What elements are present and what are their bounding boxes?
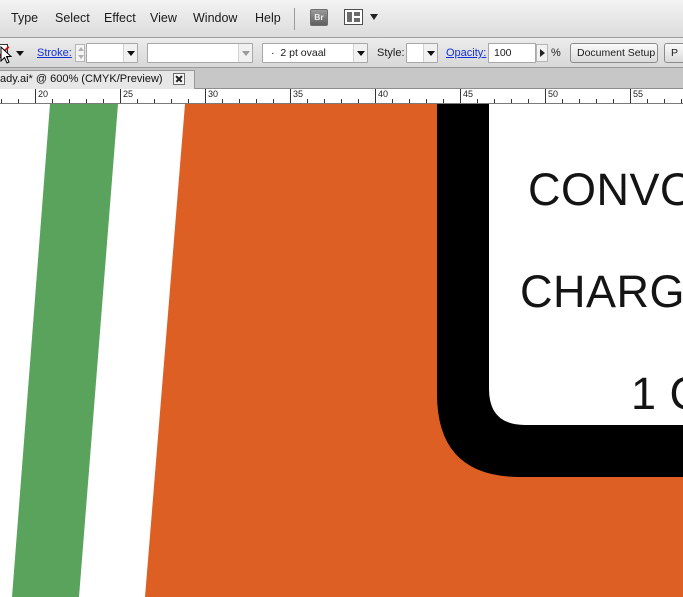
sign-text-line-2: CHARG: [520, 266, 683, 317]
ruler-tick: [579, 99, 580, 103]
close-icon[interactable]: [173, 73, 185, 85]
ruler-tick: [375, 89, 376, 103]
ruler-label: 45: [463, 89, 474, 99]
brush-definition-select[interactable]: · 2 pt ovaal: [262, 43, 368, 63]
menu-divider: [294, 8, 295, 30]
ruler-tick: [392, 99, 393, 103]
ruler-tick: [562, 99, 563, 103]
arrange-documents-button[interactable]: [344, 9, 380, 26]
ruler-tick: [69, 99, 70, 103]
ruler-tick: [477, 99, 478, 103]
menu-effect[interactable]: Effect: [104, 11, 136, 25]
chevron-down-icon: [370, 14, 378, 20]
document-setup-button[interactable]: Document Setup: [570, 43, 658, 63]
brush-definition-value: · 2 pt ovaal: [271, 47, 326, 59]
ruler-tick: [307, 99, 308, 103]
ruler-tick: [409, 99, 410, 103]
menu-bar: Type Select Effect View Window Help Br: [0, 0, 683, 38]
ruler-tick: [188, 99, 189, 103]
ruler-tick: [35, 89, 36, 103]
menu-select[interactable]: Select: [55, 11, 90, 25]
ruler-tick: [426, 99, 427, 103]
ruler-tick: [103, 99, 104, 103]
ruler-tick: [1, 99, 2, 103]
horizontal-ruler[interactable]: 20 25 30 35 40 45 50 55: [0, 89, 683, 104]
opacity-slider-button[interactable]: [536, 44, 548, 62]
ruler-tick: [341, 99, 342, 103]
ruler-tick: [681, 99, 682, 103]
style-label: Style:: [377, 47, 405, 59]
bridge-button[interactable]: Br: [310, 9, 328, 26]
opacity-input[interactable]: 100: [488, 43, 536, 63]
graphic-style-select[interactable]: [406, 43, 438, 63]
ruler-tick: [222, 99, 223, 103]
opacity-label[interactable]: Opacity:: [446, 47, 486, 59]
ruler-label: 40: [378, 89, 389, 99]
control-bar: Stroke: · 2 pt ovaal Style: Opacity: 100…: [0, 38, 683, 68]
ruler-tick: [154, 99, 155, 103]
ruler-tick: [647, 99, 648, 103]
ruler-tick: [137, 99, 138, 103]
ruler-label: 30: [208, 89, 219, 99]
brush-definition-dropdown-button[interactable]: [353, 44, 367, 62]
stroke-weight-field[interactable]: [86, 43, 138, 63]
artboard-canvas[interactable]: CONVO CHARG 1 C: [0, 104, 683, 597]
ruler-tick: [18, 99, 19, 103]
menu-view[interactable]: View: [150, 11, 177, 25]
ruler-tick: [256, 99, 257, 103]
stroke-label[interactable]: Stroke:: [37, 47, 72, 59]
menu-type[interactable]: Type: [11, 11, 38, 25]
sign-text-line-3: 1 C: [631, 368, 683, 419]
ruler-tick: [120, 89, 121, 103]
ruler-tick: [239, 99, 240, 103]
ruler-tick: [171, 99, 172, 103]
ruler-tick: [86, 99, 87, 103]
preferences-button[interactable]: P: [664, 43, 683, 63]
ruler-tick: [205, 89, 206, 103]
ruler-tick: [596, 99, 597, 103]
brush-definition-text: 2 pt ovaal: [280, 47, 326, 59]
ruler-tick: [324, 99, 325, 103]
ruler-tick: [494, 99, 495, 103]
arrange-documents-icon: [344, 9, 363, 25]
opacity-value: 100: [494, 47, 512, 59]
ruler-tick: [664, 99, 665, 103]
fill-dropdown-arrow-icon[interactable]: [16, 51, 24, 56]
document-tab[interactable]: ady.ai* @ 600% (CMYK/Preview): [0, 70, 195, 89]
ruler-label: 25: [123, 89, 134, 99]
ruler-tick: [545, 89, 546, 103]
ruler-tick: [460, 89, 461, 103]
ruler-label: 55: [633, 89, 644, 99]
ruler-tick: [52, 99, 53, 103]
ruler-tick: [630, 89, 631, 103]
stroke-weight-stepper[interactable]: [75, 44, 85, 62]
ruler-label: 20: [38, 89, 49, 99]
ruler-tick: [290, 89, 291, 103]
opacity-unit: %: [551, 47, 561, 59]
ruler-tick: [511, 99, 512, 103]
document-tab-title: ady.ai* @ 600% (CMYK/Preview): [0, 73, 163, 85]
variable-width-profile-dropdown-button[interactable]: [238, 44, 252, 62]
ruler-tick: [273, 99, 274, 103]
ruler-tick: [358, 99, 359, 103]
ruler-label: 50: [548, 89, 559, 99]
ruler-label: 35: [293, 89, 304, 99]
stroke-weight-dropdown-button[interactable]: [123, 44, 137, 62]
document-tab-bar: ady.ai* @ 600% (CMYK/Preview): [0, 68, 683, 89]
variable-width-profile-select[interactable]: [147, 43, 253, 63]
graphic-style-dropdown-button[interactable]: [423, 44, 437, 62]
cursor-arrow-icon: [0, 46, 12, 64]
menu-window[interactable]: Window: [193, 11, 237, 25]
ruler-tick: [528, 99, 529, 103]
menu-help[interactable]: Help: [255, 11, 281, 25]
ruler-tick: [443, 99, 444, 103]
sign-text-line-1: CONVO: [528, 164, 683, 215]
green-stripe: [12, 104, 118, 597]
ruler-tick: [613, 99, 614, 103]
